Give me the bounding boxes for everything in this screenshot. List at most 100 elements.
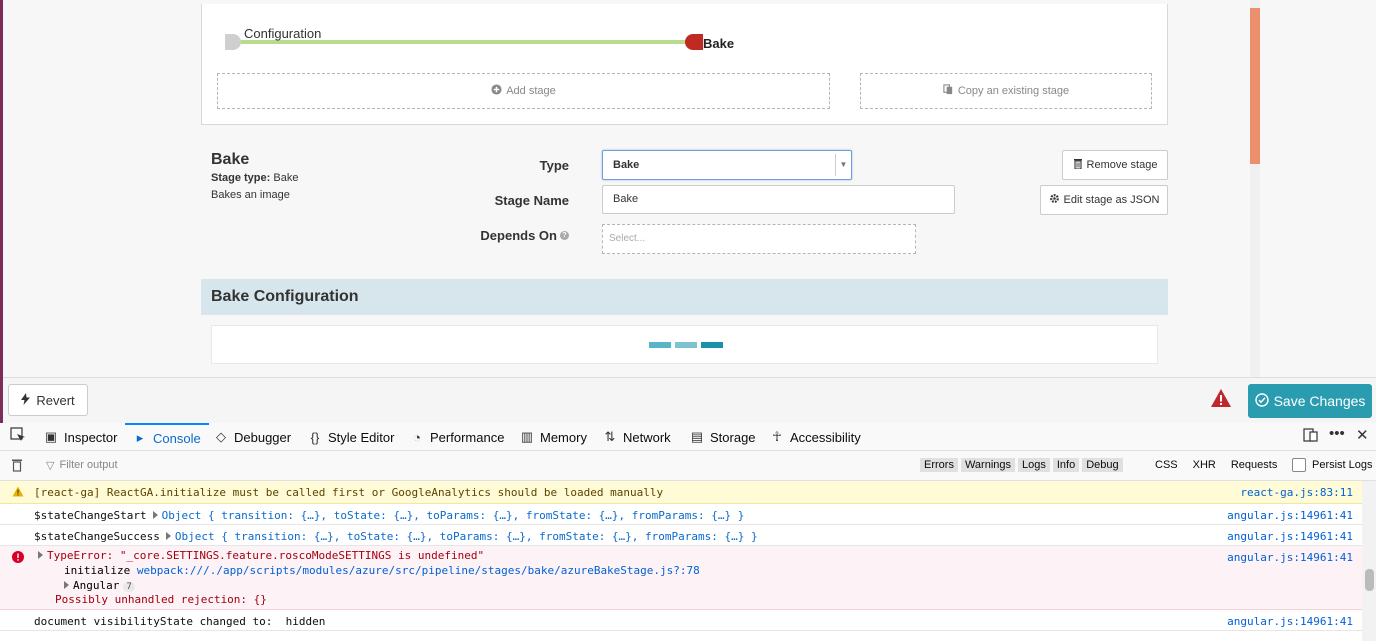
console-scrollbar-track[interactable] bbox=[1362, 481, 1376, 641]
console-row-log[interactable]: $stateChangeStart Object { transition: {…… bbox=[0, 504, 1362, 525]
console-output: [react-ga] ReactGA.initialize must be ca… bbox=[0, 481, 1362, 641]
copy-stage-button[interactable]: Copy an existing stage bbox=[860, 73, 1152, 109]
filter-warnings[interactable]: Warnings bbox=[960, 458, 1016, 472]
depends-on-label-group: Depends On ? bbox=[449, 228, 569, 243]
help-icon[interactable]: ? bbox=[560, 231, 569, 240]
expand-triangle-icon[interactable] bbox=[64, 581, 69, 589]
filter-xhr[interactable]: XHR bbox=[1193, 459, 1216, 471]
persist-logs-label: Persist Logs bbox=[1312, 459, 1373, 471]
expand-triangle-icon[interactable] bbox=[165, 532, 171, 540]
tab-accessibility[interactable]: ☥ Accessibility bbox=[770, 423, 861, 451]
stage-name-label: Stage Name bbox=[494, 193, 569, 208]
persist-logs-toggle[interactable]: Persist Logs bbox=[1292, 458, 1373, 472]
source-link[interactable]: angular.js:14961:41 bbox=[1227, 615, 1353, 628]
pipeline-editor: Configuration Bake Add stage Copy an exi… bbox=[3, 0, 1376, 377]
depends-on-select[interactable]: Select... bbox=[602, 224, 916, 254]
tab-label: Memory bbox=[540, 429, 587, 445]
add-stage-button[interactable]: Add stage bbox=[217, 73, 830, 109]
group-count-badge: 7 bbox=[123, 582, 135, 592]
warning-icon bbox=[12, 486, 24, 500]
tab-inspector[interactable]: ▣ Inspector bbox=[44, 423, 118, 451]
object-preview[interactable]: Object { transition: {…}, toState: {…}, … bbox=[162, 509, 745, 522]
save-changes-button[interactable]: Save Changes bbox=[1248, 384, 1372, 418]
graph-node-configuration[interactable] bbox=[225, 34, 241, 50]
expand-triangle-icon[interactable] bbox=[152, 511, 158, 519]
inspector-icon: ▣ bbox=[44, 429, 58, 444]
source-link[interactable]: angular.js:14961:41 bbox=[1227, 530, 1353, 543]
stage-name-input[interactable]: Bake bbox=[602, 185, 955, 214]
console-row-log[interactable]: document visibilityState changed to: hid… bbox=[0, 610, 1362, 631]
graph-label-bake[interactable]: Bake bbox=[703, 36, 734, 51]
stage-type-prefix: Stage type: bbox=[211, 172, 271, 184]
tab-label: Storage bbox=[710, 429, 756, 445]
tab-performance[interactable]: ◔ Performance bbox=[410, 423, 504, 451]
add-stage-label: Add stage bbox=[506, 85, 556, 97]
tab-label: Accessibility bbox=[790, 429, 861, 445]
save-changes-label: Save Changes bbox=[1273, 393, 1366, 409]
tab-label: Console bbox=[153, 430, 201, 446]
stack-link[interactable]: webpack:///./app/scripts/modules/azure/s… bbox=[137, 564, 700, 577]
tab-debugger[interactable]: ◇ Debugger bbox=[214, 423, 291, 451]
console-row-error[interactable]: TypeError: "_core.SETTINGS.feature.rosco… bbox=[0, 546, 1362, 610]
chevron-down-icon[interactable]: ▼ bbox=[835, 154, 851, 176]
more-options-icon[interactable]: ••• bbox=[1329, 425, 1345, 442]
close-icon[interactable]: ✕ bbox=[1356, 426, 1369, 444]
type-select[interactable]: Bake ▼ bbox=[602, 150, 852, 180]
tab-memory[interactable]: ▥ Memory bbox=[520, 423, 587, 451]
edit-json-label: Edit stage as JSON bbox=[1063, 194, 1160, 206]
source-link[interactable]: angular.js:14961:41 bbox=[1227, 509, 1353, 522]
graph-label-configuration[interactable]: Configuration bbox=[244, 26, 321, 41]
copy-icon bbox=[943, 84, 954, 98]
revert-button[interactable]: Revert bbox=[8, 384, 88, 416]
console-filter-bar: ▽ Filter output Errors Warnings Logs Inf… bbox=[0, 451, 1376, 481]
type-select-value: Bake bbox=[613, 159, 640, 171]
tab-network[interactable]: ⇅ Network bbox=[603, 423, 671, 451]
tab-storage[interactable]: ▤ Storage bbox=[690, 423, 756, 451]
filter-requests[interactable]: Requests bbox=[1231, 459, 1277, 471]
log-label: $stateChangeSuccess bbox=[34, 530, 160, 543]
filter-debug[interactable]: Debug bbox=[1082, 458, 1123, 472]
remove-stage-label: Remove stage bbox=[1086, 159, 1158, 171]
filter-css[interactable]: CSS bbox=[1155, 459, 1178, 471]
element-picker-icon[interactable] bbox=[10, 427, 26, 447]
tab-label: Network bbox=[623, 429, 671, 445]
loader-bar bbox=[675, 342, 697, 348]
object-preview[interactable]: Object { transition: {…}, toState: {…}, … bbox=[175, 530, 758, 543]
remove-stage-button[interactable]: Remove stage bbox=[1062, 150, 1168, 180]
memory-icon: ▥ bbox=[520, 429, 534, 444]
console-message: $stateChangeSuccess Object { transition: … bbox=[34, 530, 758, 543]
log-level-filters: Errors Warnings Logs Info Debug bbox=[920, 458, 1123, 472]
source-link[interactable]: react-ga.js:83:11 bbox=[1240, 486, 1353, 499]
console-scrollbar-thumb[interactable] bbox=[1365, 569, 1374, 591]
clear-console-icon[interactable] bbox=[11, 458, 23, 475]
warning-triangle-icon[interactable] bbox=[1210, 388, 1232, 410]
console-row-log[interactable]: $stateChangeSuccess Object { transition: … bbox=[0, 525, 1362, 546]
loader-bar bbox=[649, 342, 671, 348]
tab-style-editor[interactable]: {} Style Editor bbox=[308, 423, 395, 451]
console-message: document visibilityState changed to: hid… bbox=[34, 615, 326, 628]
filter-info[interactable]: Info bbox=[1052, 458, 1080, 472]
filter-output-input[interactable]: ▽ Filter output bbox=[46, 459, 118, 472]
responsive-mode-icon[interactable] bbox=[1303, 427, 1319, 447]
error-icon bbox=[12, 551, 24, 566]
accessibility-icon: ☥ bbox=[772, 429, 782, 444]
edit-stage-json-button[interactable]: Edit stage as JSON bbox=[1040, 185, 1168, 215]
copy-stage-label: Copy an existing stage bbox=[957, 85, 1070, 97]
bolt-icon bbox=[21, 392, 31, 408]
persist-logs-checkbox[interactable] bbox=[1292, 458, 1306, 472]
console-row-warning[interactable]: [react-ga] ReactGA.initialize must be ca… bbox=[0, 481, 1362, 504]
filter-logs[interactable]: Logs bbox=[1018, 458, 1050, 472]
stack-function: initialize bbox=[64, 564, 131, 577]
expand-triangle-icon[interactable] bbox=[38, 551, 43, 559]
stack-group[interactable]: Angular 7 bbox=[64, 579, 135, 592]
filter-errors[interactable]: Errors bbox=[920, 458, 958, 472]
loader-bar bbox=[701, 342, 723, 348]
tab-console[interactable]: ▸ Console bbox=[125, 423, 209, 451]
page-scrollbar-thumb[interactable] bbox=[1250, 8, 1260, 164]
gear-icon bbox=[1049, 193, 1060, 207]
source-link[interactable]: angular.js:14961:41 bbox=[1227, 551, 1353, 564]
style-editor-icon: {} bbox=[310, 429, 320, 445]
stage-type-value: Bake bbox=[273, 172, 299, 184]
loading-panel bbox=[211, 325, 1158, 364]
graph-node-bake[interactable] bbox=[685, 34, 703, 50]
